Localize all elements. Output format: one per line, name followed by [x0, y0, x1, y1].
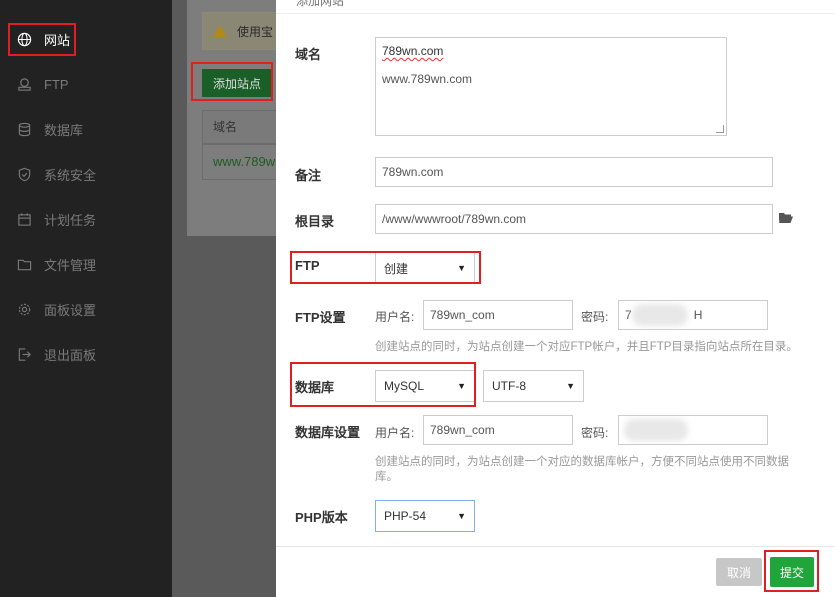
domain-label: 域名	[295, 47, 322, 62]
ftp-password-label: 密码:	[581, 310, 609, 324]
php-version-value: PHP-54	[384, 509, 427, 523]
table-cell-domain[interactable]: www.789wn	[202, 144, 282, 180]
warning-text: 使用宝	[237, 24, 274, 39]
modal-title: 添加网站	[296, 0, 345, 8]
root-label: 根目录	[295, 214, 335, 229]
sidebar-item-website[interactable]: 网站	[0, 17, 172, 62]
ftp-password-start: 7	[625, 308, 632, 322]
redaction-blur	[632, 304, 688, 326]
resize-handle[interactable]	[716, 125, 724, 133]
db-settings-label: 数据库设置	[295, 425, 361, 440]
sidebar-item-label: FTP	[44, 77, 69, 92]
caret-down-icon: ▼	[566, 381, 575, 391]
sidebar-item-label: 退出面板	[44, 348, 97, 363]
note-input[interactable]: 789wn.com	[375, 157, 773, 187]
sidebar-item-label: 计划任务	[44, 213, 97, 228]
table-header-domain: 域名	[202, 110, 282, 144]
db-password-label: 密码:	[581, 426, 609, 440]
sidebar-item-files[interactable]: 文件管理	[0, 242, 172, 287]
warning-icon	[213, 25, 227, 37]
note-label: 备注	[295, 168, 322, 183]
ftp-label: FTP	[295, 258, 320, 273]
db-charset-select[interactable]: UTF-8 ▼	[483, 370, 584, 402]
sidebar-item-security[interactable]: 系统安全	[0, 152, 172, 197]
sidebar-item-tasks[interactable]: 计划任务	[0, 197, 172, 242]
sidebar-item-ftp[interactable]: FTP	[0, 62, 172, 107]
logout-icon	[16, 347, 32, 363]
php-label: PHP版本	[295, 510, 348, 525]
ftp-icon	[16, 77, 32, 93]
modal-header-divider	[276, 13, 835, 14]
domain-line-1: 789wn.com	[382, 44, 444, 58]
add-site-button[interactable]: 添加站点	[202, 69, 272, 97]
ftp-settings-label: FTP设置	[295, 310, 346, 325]
db-hint-line-1: 创建站点的同时，为站点创建一个对应的数据库帐户，方便不同站点使用不同数据	[375, 456, 789, 468]
db-hint: 创建站点的同时，为站点创建一个对应的数据库帐户，方便不同站点使用不同数据 库。	[375, 455, 815, 485]
sidebar-item-settings[interactable]: 面板设置	[0, 287, 172, 332]
caret-down-icon: ▼	[457, 511, 466, 521]
domain-line-2: www.789wn.com	[382, 72, 473, 86]
db-username-label: 用户名:	[375, 426, 415, 440]
sidebar-item-logout[interactable]: 退出面板	[0, 332, 172, 377]
sidebar-item-label: 数据库	[44, 123, 84, 138]
sidebar-item-label: 网站	[44, 33, 71, 48]
ftp-hint: 创建站点的同时，为站点创建一个对应FTP帐户，并且FTP目录指向站点所在目录。	[375, 341, 798, 353]
ftp-username-input[interactable]: 789wn_com	[423, 300, 573, 330]
ftp-password-end: H	[693, 308, 703, 322]
db-type-select[interactable]: MySQL ▼	[375, 370, 475, 402]
shield-icon	[16, 167, 32, 183]
db-username-input[interactable]: 789wn_com	[423, 415, 573, 445]
db-hint-line-2: 库。	[375, 471, 398, 483]
calendar-icon	[16, 212, 32, 228]
globe-icon	[16, 32, 32, 48]
database-label: 数据库	[295, 380, 335, 395]
root-dir-input[interactable]: /www/wwwroot/789wn.com	[375, 204, 773, 234]
folder-open-icon[interactable]	[779, 212, 793, 223]
php-version-select[interactable]: PHP-54 ▼	[375, 500, 475, 532]
db-charset-value: UTF-8	[492, 379, 526, 393]
warning-bar: 使用宝	[202, 12, 282, 50]
sidebar-item-label: 面板设置	[44, 303, 97, 318]
sidebar: 网站 FTP 数据库 系统安全 计划任务 文件管理 面板设置 退出面板	[0, 0, 172, 597]
folder-icon	[16, 257, 32, 273]
domain-textarea[interactable]: 789wn.com www.789wn.com	[375, 37, 727, 136]
caret-down-icon: ▼	[457, 263, 466, 273]
ftp-select[interactable]: 创建 ▼	[375, 252, 475, 284]
cancel-button[interactable]: 取消	[716, 558, 762, 586]
database-icon	[16, 122, 32, 138]
db-type-value: MySQL	[384, 379, 425, 393]
sidebar-item-label: 系统安全	[44, 168, 97, 183]
ftp-select-value: 创建	[384, 261, 409, 276]
gear-icon	[16, 302, 32, 318]
ftp-username-label: 用户名:	[375, 310, 415, 324]
submit-button[interactable]: 提交	[770, 557, 814, 587]
sidebar-item-label: 文件管理	[44, 258, 97, 273]
sidebar-item-database[interactable]: 数据库	[0, 107, 172, 152]
redaction-blur	[624, 419, 688, 441]
caret-down-icon: ▼	[457, 381, 466, 391]
